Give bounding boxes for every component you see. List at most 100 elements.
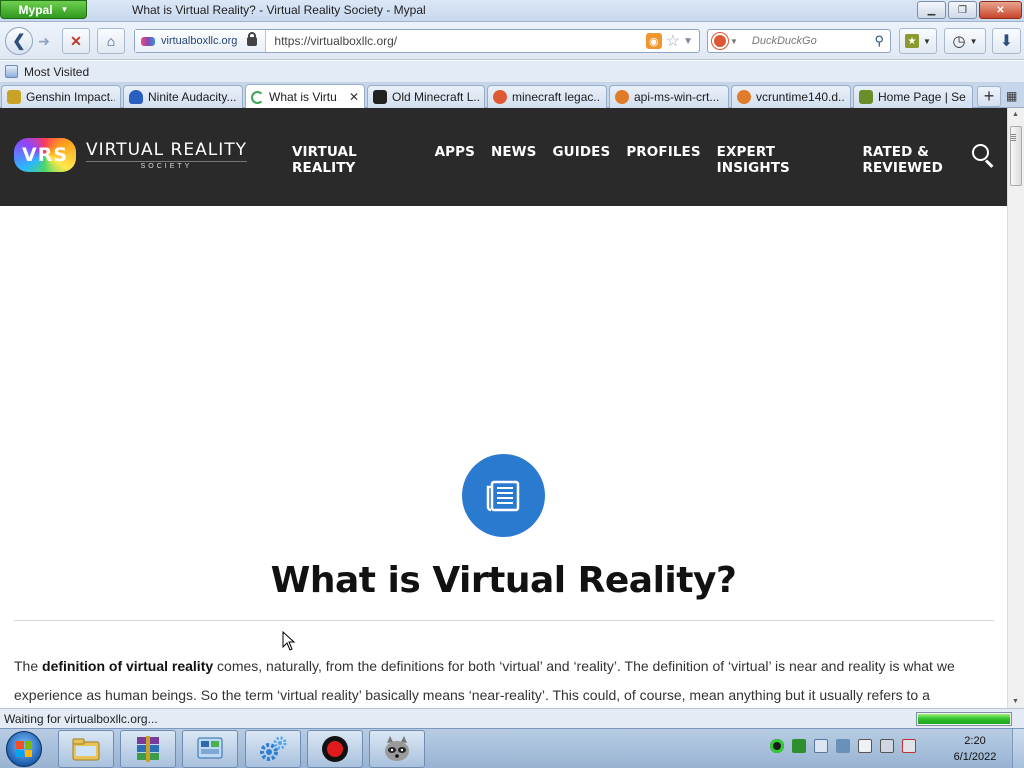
tab-favicon-icon	[859, 90, 873, 104]
folder-icon	[5, 65, 18, 78]
scroll-up-icon[interactable]: ▲	[1012, 111, 1019, 118]
explorer-icon	[72, 738, 100, 761]
app-menu-button[interactable]: Mypal ▼	[0, 0, 87, 19]
bookmark-star-icon[interactable]: ☆	[666, 31, 680, 51]
tab-favicon-icon	[7, 90, 21, 104]
downloads-button[interactable]: ⬇	[992, 28, 1021, 54]
settings-gears-icon	[260, 736, 287, 761]
logo-title: VIRTUAL REALITY	[86, 140, 247, 160]
tab-favicon-icon	[737, 90, 751, 104]
tray-h-icon[interactable]	[792, 739, 806, 753]
status-text: Waiting for virtualboxllc.org...	[4, 712, 158, 726]
page-scrollbar[interactable]: ▲ ▼	[1007, 108, 1024, 708]
taskbar-explorer[interactable]	[58, 730, 114, 768]
article-newspaper-icon	[462, 454, 545, 537]
nav-expert-insights[interactable]: EXPERT INSIGHTS	[717, 144, 847, 176]
taskbar-settings[interactable]	[245, 730, 301, 768]
taskbar-raccoon-app[interactable]	[369, 730, 425, 768]
site-logo[interactable]: VRS VIRTUAL REALITY SOCIETY	[14, 138, 247, 172]
intro-prefix: The	[14, 658, 43, 674]
close-window-button[interactable]: ✕	[979, 1, 1022, 19]
site-identity-button[interactable]: virtualboxllc.org	[135, 30, 267, 52]
tab-what-is-vr[interactable]: What is Virtu... ✕	[245, 84, 365, 109]
tab-label: Home Page | Se...	[878, 90, 967, 104]
tab-favicon-icon	[493, 90, 507, 104]
nav-apps[interactable]: APPS	[435, 144, 475, 176]
chevron-down-icon: ▼	[969, 36, 978, 46]
tab-label: minecraft legac...	[512, 90, 601, 104]
raccoon-app-icon	[385, 736, 409, 761]
progress-fill	[918, 714, 1010, 724]
tray-document-icon[interactable]	[814, 739, 828, 753]
tab-label: api-ms-win-crt...	[634, 90, 720, 104]
back-button[interactable]: ❮	[5, 27, 33, 55]
show-desktop-button[interactable]	[1012, 729, 1024, 768]
identity-domain: virtualboxllc.org	[161, 35, 238, 47]
tab-vcruntime[interactable]: vcruntime140.d...	[731, 85, 851, 108]
taskbar-winrar[interactable]	[120, 730, 176, 768]
start-button[interactable]	[6, 731, 42, 767]
logo-text: VIRTUAL REALITY SOCIETY	[86, 140, 247, 170]
restore-button[interactable]: ❐	[948, 1, 977, 19]
article-title: What is Virtual Reality?	[270, 560, 737, 601]
tab-old-minecraft[interactable]: Old Minecraft L...	[367, 85, 485, 108]
bookmarks-icon: ★	[905, 34, 920, 48]
window-title: What is Virtual Reality? - Virtual Reali…	[132, 3, 426, 17]
tab-genshin[interactable]: Genshin Impact...	[1, 85, 121, 108]
nav-virtual-reality[interactable]: VIRTUAL REALITY	[292, 144, 419, 176]
duckduckgo-icon[interactable]	[712, 33, 728, 49]
bookmarks-menu-button[interactable]: ★ ▼	[899, 28, 937, 54]
tab-api-ms-win-crt[interactable]: api-ms-win-crt...	[609, 85, 729, 108]
tray-security-icon[interactable]	[836, 739, 850, 753]
close-tab-icon[interactable]: ✕	[349, 90, 359, 104]
article-intro-paragraph: The definition of virtual reality comes,…	[14, 652, 994, 708]
grid-icon: ▦	[1006, 89, 1018, 103]
chevron-down-icon: ▼	[923, 36, 931, 46]
bookmark-most-visited[interactable]: Most Visited	[24, 65, 89, 79]
window-controls: ▁ ❐ ✕	[917, 1, 1022, 19]
search-icon[interactable]: ⚲	[874, 33, 884, 49]
rss-feed-icon[interactable]: ◉	[645, 33, 662, 49]
search-engine-dropdown-icon[interactable]: ▼	[730, 37, 738, 46]
list-all-tabs-button[interactable]: ▦	[1006, 89, 1017, 103]
page-viewport: VRS VIRTUAL REALITY SOCIETY VIRTUAL REAL…	[0, 108, 1007, 708]
home-button[interactable]: ⌂	[97, 28, 125, 54]
window-titlebar: Mypal ▼ What is Virtual Reality? - Virtu…	[0, 0, 1024, 22]
nav-profiles[interactable]: PROFILES	[626, 144, 700, 176]
history-menu-button[interactable]: ◷ ▼	[944, 28, 986, 54]
title-divider	[14, 620, 994, 621]
tab-ninite[interactable]: Ninite Audacity...	[123, 85, 243, 108]
tray-volume-muted-icon[interactable]	[902, 739, 916, 753]
navigation-toolbar: ❮ ➜ ✕ ⌂ virtualboxllc.org https://virtua…	[0, 22, 1024, 60]
tray-network-icon[interactable]	[880, 739, 894, 753]
nav-guides[interactable]: GUIDES	[552, 144, 610, 176]
minimize-button[interactable]: ▁	[917, 1, 946, 19]
tray-app-icon[interactable]	[770, 739, 784, 753]
tray-flag-icon[interactable]	[858, 739, 872, 753]
url-bar[interactable]: virtualboxllc.org https://virtualboxllc.…	[134, 29, 700, 53]
url-input[interactable]: https://virtualboxllc.org/	[274, 34, 645, 48]
forward-button[interactable]: ➜	[33, 28, 55, 54]
lock-icon	[247, 31, 258, 46]
winrar-icon	[137, 736, 159, 762]
search-input[interactable]: DuckDuckGo	[752, 35, 875, 47]
site-favicon-icon	[141, 36, 155, 46]
windows-taskbar: 2:20 6/1/2022	[0, 728, 1024, 768]
clock-date: 6/1/2022	[953, 751, 997, 763]
taskbar-recorder[interactable]	[307, 730, 363, 768]
new-tab-button[interactable]: +	[977, 86, 1001, 107]
tab-minecraft-legacy[interactable]: minecraft legac...	[487, 85, 607, 108]
taskbar-control-panel[interactable]	[182, 730, 238, 768]
search-bar[interactable]: ▼ DuckDuckGo ⚲	[707, 29, 891, 53]
record-icon	[322, 736, 348, 762]
plus-icon: +	[983, 86, 995, 106]
system-clock[interactable]: 2:20 6/1/2022	[942, 733, 1008, 765]
stop-button[interactable]: ✕	[62, 28, 90, 54]
site-search-icon[interactable]	[972, 144, 994, 168]
scroll-down-icon[interactable]: ▼	[1012, 698, 1019, 705]
tab-home-page[interactable]: Home Page | Se...	[853, 85, 973, 108]
windows-logo-icon	[16, 741, 32, 757]
nav-news[interactable]: NEWS	[491, 144, 537, 176]
scrollbar-thumb[interactable]	[1010, 126, 1022, 186]
url-history-dropdown-icon[interactable]: ▼	[683, 36, 693, 47]
